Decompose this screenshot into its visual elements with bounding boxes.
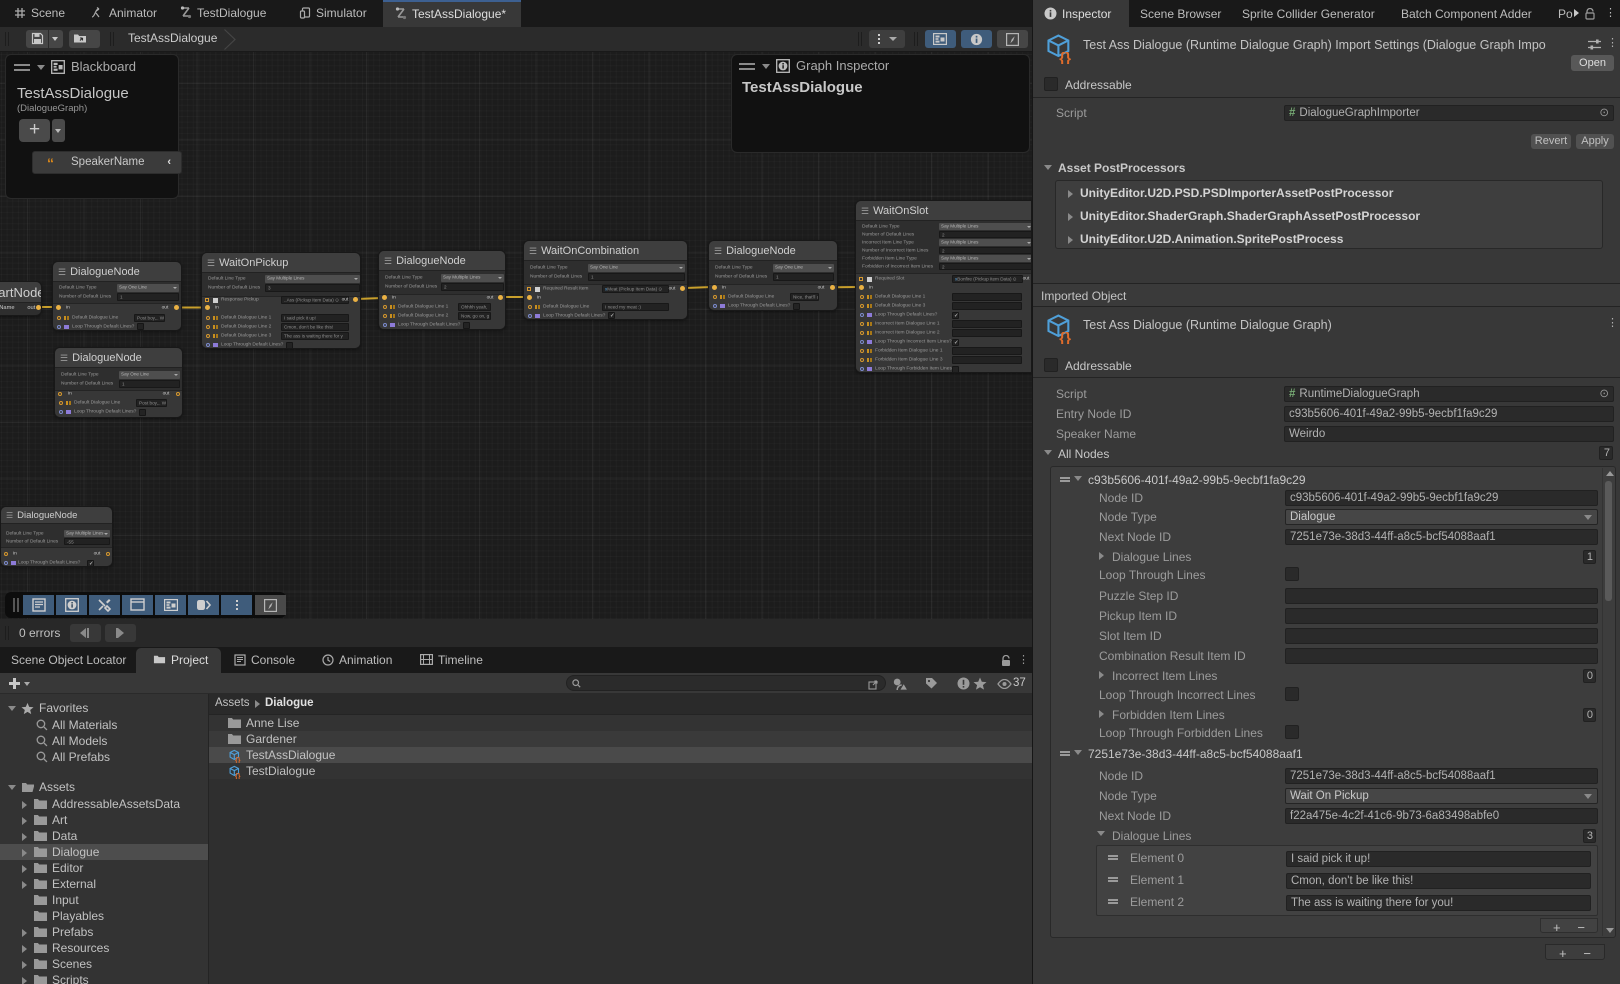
- svg-text:{}: {}: [1059, 330, 1071, 344]
- svg-text:{}: {}: [235, 773, 241, 779]
- svg-text:{}: {}: [1059, 50, 1071, 64]
